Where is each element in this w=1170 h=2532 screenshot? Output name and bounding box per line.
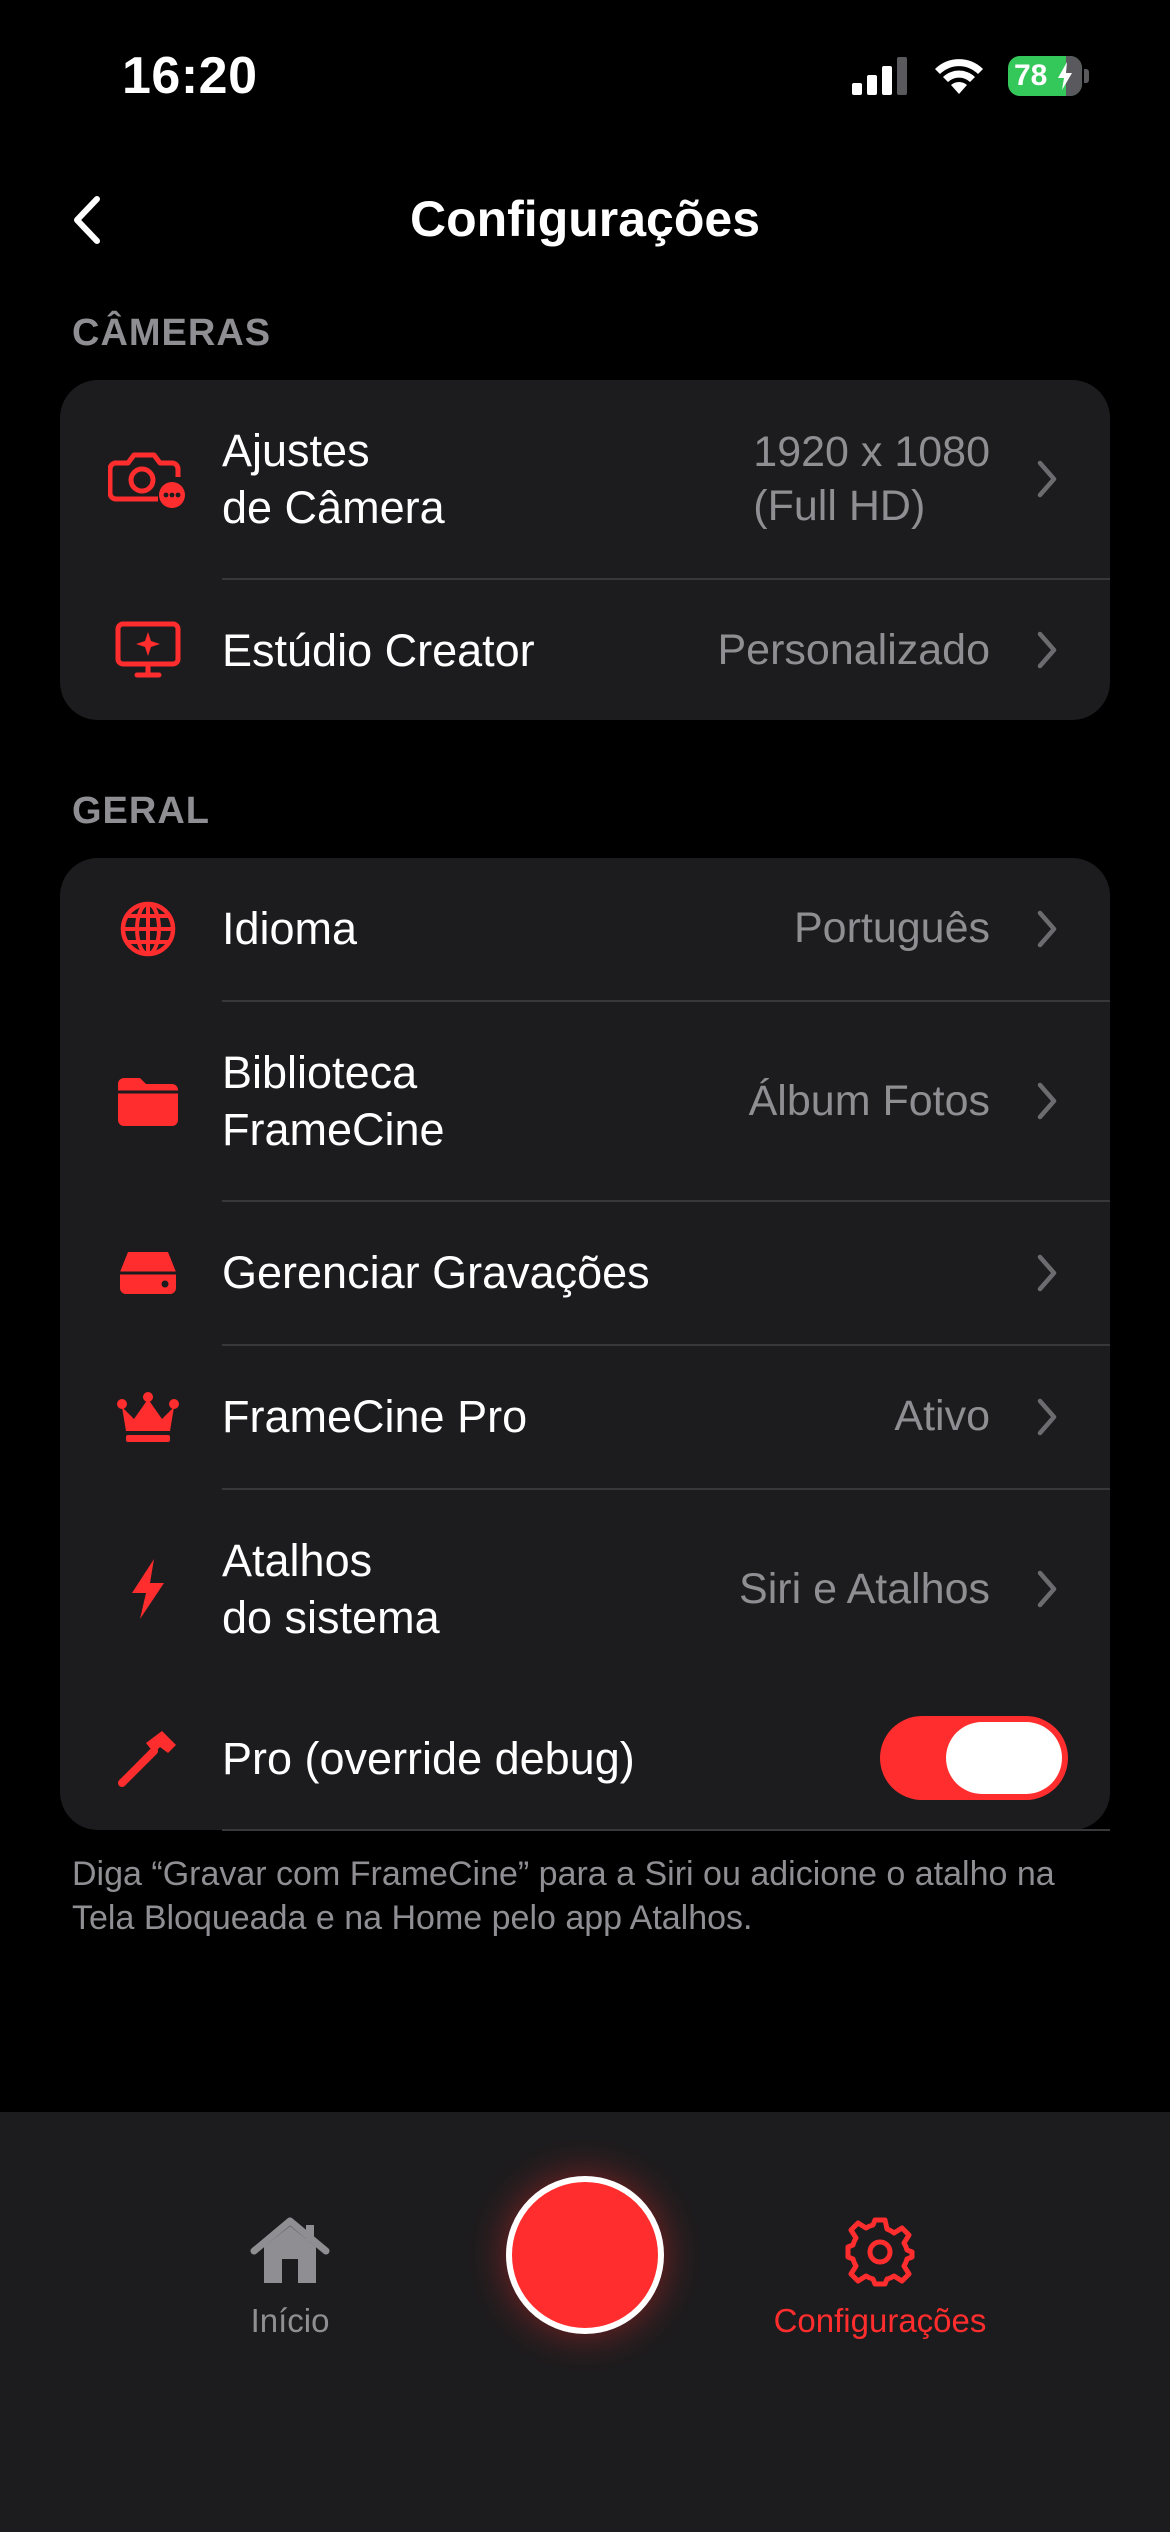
tab-label: Início [250,2302,330,2339]
row-creator-studio[interactable]: Estúdio Creator Personalizado [60,580,1110,720]
row-language[interactable]: Idioma Português [60,858,1110,1000]
wifi-icon [932,56,986,96]
footer-note: Diga “Gravar com FrameCine” para a Siri … [72,1855,1055,1937]
toggle-knob [946,1722,1062,1794]
section-header-cameras: CÂMERAS [72,312,272,354]
row-label: Atalhos do sistema [222,1535,440,1643]
row-framecine-pro[interactable]: FrameCine Pro Ativo [60,1346,1110,1488]
pro-override-toggle[interactable] [880,1716,1068,1800]
row-label: Idioma [222,903,358,954]
status-bar: 16:20 78 [0,0,1170,150]
globe-icon [106,887,190,971]
row-pro-override-debug: Pro (override debug) [60,1688,1110,1830]
page-title: Configurações [409,191,761,247]
tab-home[interactable]: Início [140,2212,440,2340]
row-value: Personalizado [717,626,990,674]
row-value: Siri e Atalhos [739,1565,990,1613]
row-value: 1920 x 1080 (Full HD) [753,428,990,530]
row-label: Biblioteca FrameCine [222,1047,445,1155]
monitor-sparkle-icon [106,608,190,692]
row-camera-settings[interactable]: Ajustes de Câmera 1920 x 1080 (Full HD) [60,380,1110,578]
row-system-shortcuts[interactable]: Atalhos do sistema Siri e Atalhos [60,1490,1110,1688]
record-button[interactable] [506,2176,664,2334]
row-label: Gerenciar Gravações [222,1247,650,1298]
status-icons: 78 [852,56,1090,96]
battery-icon: 78 [1008,56,1090,96]
gear-icon [730,2212,1030,2292]
hammer-icon [106,1717,190,1801]
tab-settings[interactable]: Configurações [730,2212,1030,2340]
row-value: Ativo [894,1392,990,1440]
tab-label: Configurações [773,2302,987,2339]
chevron-right-icon [1032,627,1062,673]
cameras-group: Ajustes de Câmera 1920 x 1080 (Full HD) … [60,380,1110,720]
folder-icon [106,1059,190,1143]
crown-icon [106,1375,190,1459]
nav-header: Configurações [0,170,1170,270]
chevron-right-icon [1032,906,1062,952]
general-group: Idioma Português Biblioteca FrameCine Ál… [60,858,1110,1830]
drive-icon [106,1231,190,1315]
house-icon [140,2212,440,2292]
tab-bar: Início Configurações [0,2112,1170,2532]
separator [222,1829,1110,1831]
chevron-right-icon [1032,456,1062,502]
camera-settings-icon [106,437,190,521]
row-value: Álbum Fotos [748,1077,990,1125]
row-manage-recordings[interactable]: Gerenciar Gravações [60,1202,1110,1344]
row-label: Pro (override debug) [222,1733,635,1784]
section-header-general: GERAL [72,790,210,832]
row-label: Ajustes de Câmera [222,425,445,533]
row-library[interactable]: Biblioteca FrameCine Álbum Fotos [60,1002,1110,1200]
row-value: Português [793,904,990,952]
row-label: Estúdio Creator [222,625,535,676]
status-time: 16:20 [122,47,258,105]
chevron-right-icon [1032,1394,1062,1440]
chevron-right-icon [1032,1566,1062,1612]
charging-bolt-icon [1058,62,1072,90]
cellular-signal-icon [852,57,910,95]
battery-level: 78 [1014,59,1048,92]
row-label: FrameCine Pro [222,1391,528,1442]
bolt-icon [106,1547,190,1631]
chevron-right-icon [1032,1078,1062,1124]
chevron-right-icon [1032,1250,1062,1296]
